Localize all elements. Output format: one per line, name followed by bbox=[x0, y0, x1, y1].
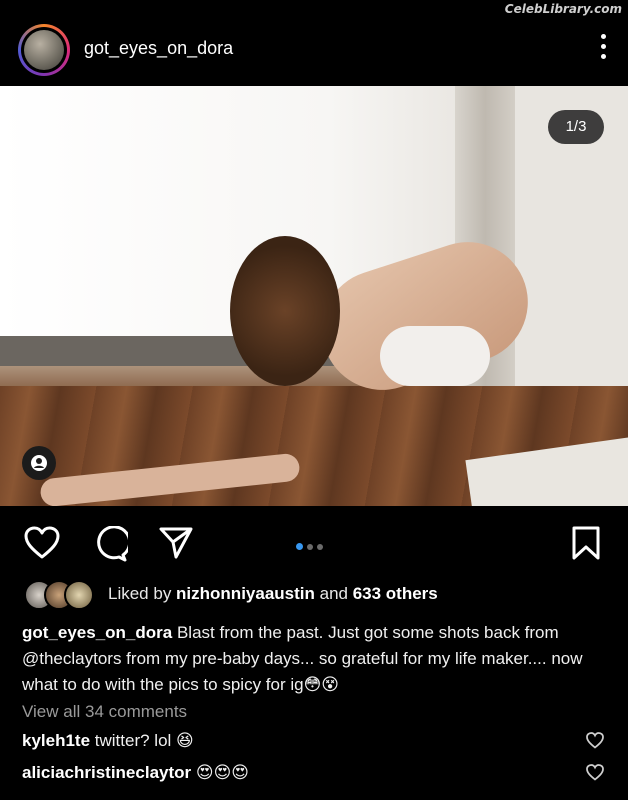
post-photo[interactable]: 1/3 bbox=[0, 86, 628, 506]
post-header: got_eyes_on_dora bbox=[0, 18, 628, 82]
profile-avatar[interactable] bbox=[18, 24, 70, 76]
tag-button[interactable] bbox=[22, 446, 56, 480]
comment-username[interactable]: aliciachristineclaytor bbox=[22, 763, 191, 782]
likes-row[interactable]: Liked by nizhonniyaaustin and 633 others bbox=[24, 580, 614, 610]
liker-username[interactable]: nizhonniyaaustin bbox=[176, 584, 315, 603]
comment-icon[interactable] bbox=[92, 526, 128, 562]
comment-like-heart-icon[interactable] bbox=[586, 732, 604, 749]
carousel-dot-active bbox=[296, 543, 303, 550]
post-caption: got_eyes_on_dora Blast from the past. Ju… bbox=[22, 620, 612, 698]
carousel-dot bbox=[307, 544, 313, 550]
post-username[interactable]: got_eyes_on_dora bbox=[84, 38, 233, 59]
bookmark-icon[interactable] bbox=[572, 526, 600, 560]
more-vertical-icon[interactable] bbox=[600, 34, 606, 62]
watermark: CelebLibrary.com bbox=[504, 2, 622, 16]
photo-subject-clothing bbox=[380, 326, 490, 386]
comment-text: twitter? lol 😆 bbox=[90, 731, 194, 750]
likes-count[interactable]: 633 others bbox=[353, 584, 438, 603]
caption-username[interactable]: got_eyes_on_dora bbox=[22, 623, 172, 642]
heart-icon[interactable] bbox=[24, 526, 60, 560]
likes-text: Liked by nizhonniyaaustin and 633 others bbox=[108, 584, 438, 604]
carousel-counter: 1/3 bbox=[548, 110, 604, 144]
avatar bbox=[64, 580, 94, 610]
person-tag-icon bbox=[31, 455, 47, 471]
send-icon[interactable] bbox=[158, 526, 194, 560]
view-all-comments-link[interactable]: View all 34 comments bbox=[22, 702, 187, 722]
likes-prefix: Liked by bbox=[108, 584, 177, 603]
likes-middle: and bbox=[314, 584, 353, 603]
comment-row: kyleh1te twitter? lol 😆 bbox=[22, 731, 194, 751]
liker-avatars bbox=[24, 580, 100, 610]
photo-subject-hair bbox=[230, 236, 340, 386]
carousel-dots bbox=[296, 537, 327, 555]
carousel-dot bbox=[317, 544, 323, 550]
comment-text: 😍😍😍 bbox=[191, 763, 250, 782]
comment-row: aliciachristineclaytor 😍😍😍 bbox=[22, 763, 249, 783]
comment-like-heart-icon[interactable] bbox=[586, 764, 604, 781]
comment-username[interactable]: kyleh1te bbox=[22, 731, 90, 750]
